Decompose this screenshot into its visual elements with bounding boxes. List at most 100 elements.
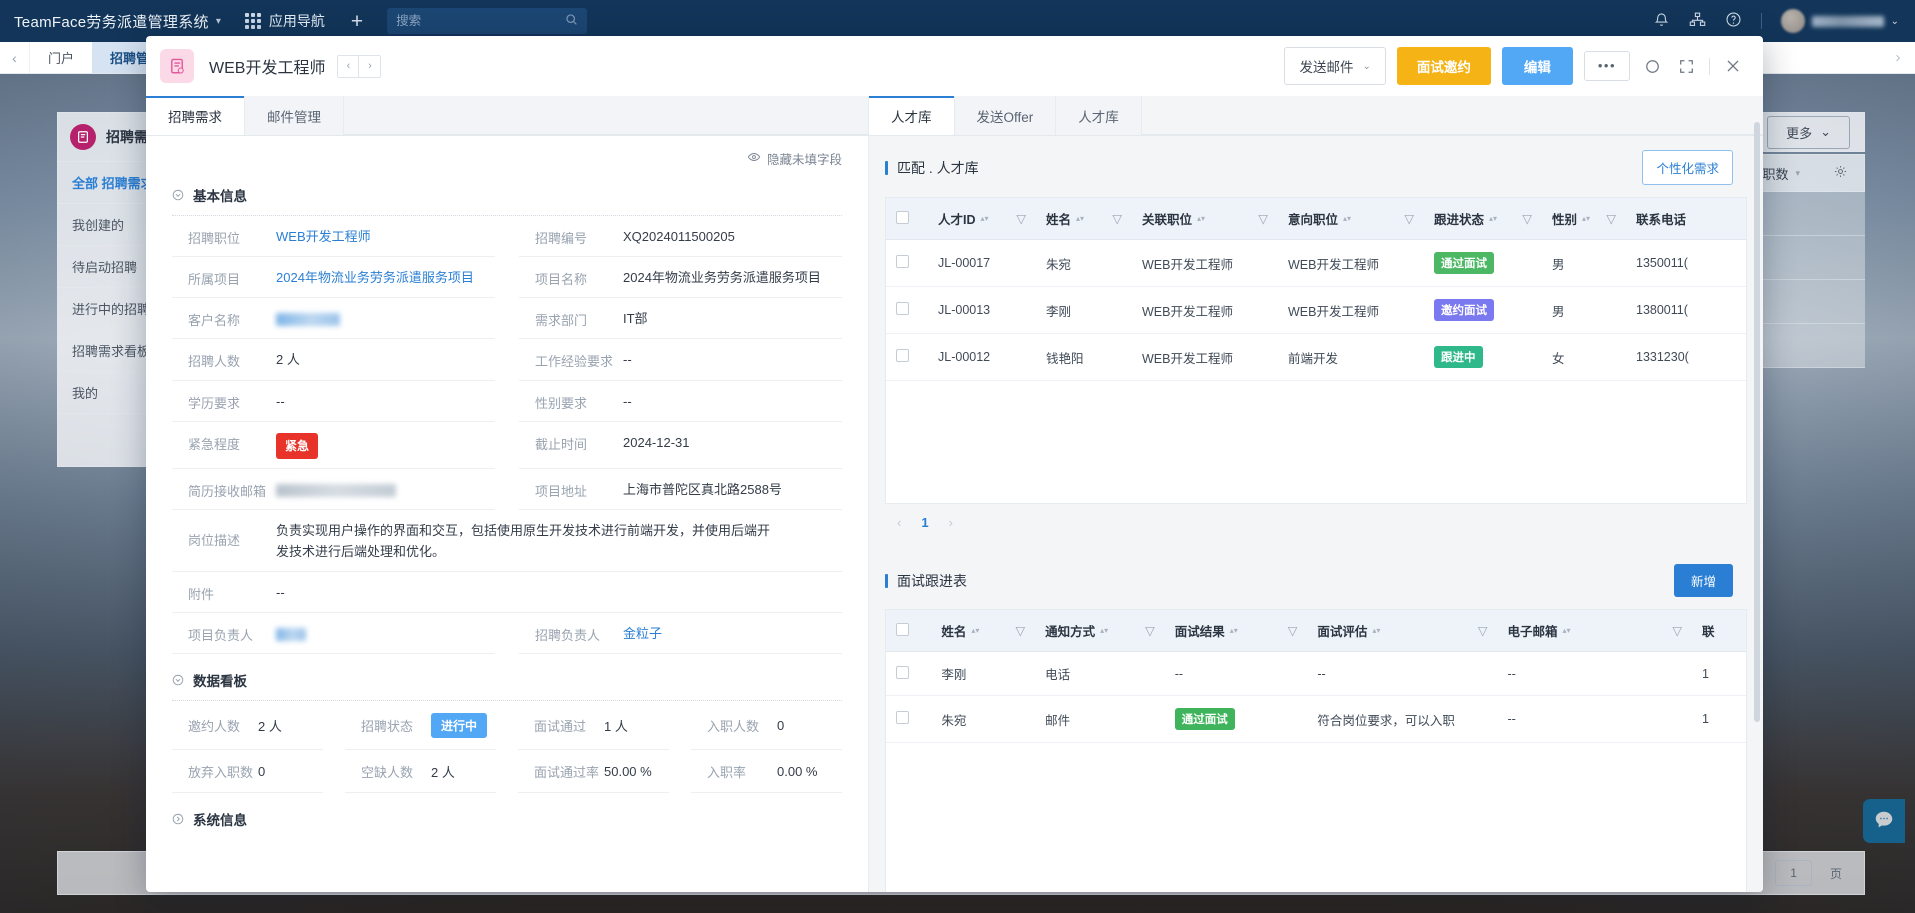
filter-icon[interactable]: ▽ (1522, 211, 1532, 226)
filter-icon[interactable]: ▽ (1606, 211, 1616, 226)
filter-icon[interactable]: ▽ (1015, 623, 1025, 638)
app-brand-title[interactable]: TeamFace劳务派遣管理系统 (14, 11, 209, 32)
pagination-next-icon[interactable]: › (949, 515, 953, 530)
custom-requirement-button[interactable]: 个性化需求 (1642, 150, 1733, 185)
send-email-button[interactable]: 发送邮件 ⌄ (1284, 47, 1386, 85)
row-checkbox[interactable] (896, 255, 909, 268)
bell-icon[interactable] (1653, 11, 1670, 31)
sort-icon[interactable]: ▴▾ (1582, 214, 1590, 222)
pagination-page-1[interactable]: 1 (921, 515, 928, 530)
tab-email-management[interactable]: 邮件管理 (245, 96, 344, 135)
table-row[interactable]: 朱宛 邮件 通过面试 符合岗位要求，可以入职 -- 1 (886, 695, 1746, 743)
filter-icon[interactable]: ▽ (1478, 623, 1488, 638)
filter-icon[interactable]: ▽ (1288, 623, 1298, 638)
section-header-basic[interactable]: 基本信息 (172, 176, 842, 215)
sort-icon[interactable]: ▴▾ (1100, 626, 1108, 634)
section-header-dashboard[interactable]: 数据看板 (172, 654, 842, 700)
app-tab-portal[interactable]: 门户 (30, 42, 92, 73)
filter-icon[interactable]: ▽ (1404, 211, 1414, 226)
tabstrip-forward-icon[interactable]: › (1881, 42, 1915, 73)
app-nav-button[interactable]: 应用导航 (244, 11, 325, 31)
more-button[interactable]: 更多 ⌄ (1767, 115, 1850, 149)
col-intent-position[interactable]: 意向职位 ▴▾ ▽ (1278, 198, 1424, 240)
field-value[interactable]: 金粒子 (623, 624, 842, 644)
col-email[interactable]: 电子邮箱 ▴▾ ▽ (1497, 610, 1692, 652)
row-checkbox[interactable] (896, 665, 909, 679)
col-contact-truncated[interactable]: 联 (1691, 610, 1746, 652)
table-settings-button[interactable] (1816, 155, 1864, 191)
col-notify-method[interactable]: 通知方式 ▴▾ ▽ (1035, 610, 1165, 652)
col-name[interactable]: 姓名 ▴▾ ▽ (1036, 198, 1132, 240)
sort-icon[interactable]: ▴▾ (981, 214, 989, 222)
select-all-header[interactable] (886, 198, 928, 240)
page-number-input[interactable]: 1 (1775, 860, 1812, 886)
col-related-position[interactable]: 关联职位 ▴▾ ▽ (1132, 198, 1278, 240)
col-interview-result[interactable]: 面试结果 ▴▾ ▽ (1164, 610, 1308, 652)
select-all-checkbox[interactable] (896, 622, 909, 636)
tab-send-offer[interactable]: 发送Offer (954, 96, 1057, 135)
user-menu[interactable]: ⌄ (1780, 9, 1899, 33)
filter-icon[interactable]: ▽ (1016, 211, 1026, 226)
search-box[interactable] (387, 8, 588, 34)
tab-talent-pool-2[interactable]: 人才库 (1056, 96, 1142, 135)
pagination-prev-icon[interactable]: ‹ (897, 515, 901, 530)
chat-button[interactable] (1863, 799, 1905, 843)
section-header-system[interactable]: 系统信息 (172, 793, 842, 839)
sort-icon[interactable]: ▴▾ (971, 626, 979, 634)
row-checkbox-cell[interactable] (886, 651, 932, 696)
next-record-button[interactable]: › (359, 54, 382, 78)
tab-talent-pool[interactable]: 人才库 (869, 96, 955, 135)
col-follow-status[interactable]: 跟进状态 ▴▾ ▽ (1424, 198, 1542, 240)
sort-icon[interactable]: ▴▾ (1076, 214, 1084, 222)
related-pane-scrollbar[interactable] (1754, 122, 1760, 722)
search-input[interactable] (396, 14, 579, 28)
table-row[interactable]: JL-00017 朱宛 WEB开发工程师 WEB开发工程师 通过面试 男 135… (886, 239, 1746, 287)
col-gender[interactable]: 性别 ▴▾ ▽ (1542, 198, 1626, 240)
row-checkbox[interactable] (896, 302, 909, 315)
row-checkbox-cell[interactable] (886, 333, 928, 381)
sort-icon[interactable]: ▴▾ (1562, 626, 1570, 634)
filter-icon[interactable]: ▽ (1145, 623, 1155, 638)
table-row[interactable]: JL-00013 李刚 WEB开发工程师 WEB开发工程师 邀约面试 男 138… (886, 286, 1746, 334)
col-phone[interactable]: 联系电话 (1626, 198, 1746, 240)
add-interview-button[interactable]: 新增 (1673, 564, 1733, 597)
sort-icon[interactable]: ▴▾ (1197, 214, 1205, 222)
field-value[interactable]: 2024年物流业务劳务派遣服务项目 (276, 268, 495, 288)
filter-icon[interactable]: ▽ (1258, 211, 1268, 226)
col-name[interactable]: 姓名 ▴▾ ▽ (931, 610, 1036, 652)
prev-record-button[interactable]: ‹ (337, 54, 360, 78)
select-all-header[interactable] (886, 610, 932, 652)
sort-icon[interactable]: ▴▾ (1230, 626, 1238, 634)
close-icon[interactable] (1721, 54, 1745, 78)
filter-icon[interactable]: ▽ (1672, 623, 1682, 638)
hide-empty-fields-toggle[interactable]: 隐藏未填字段 (172, 136, 842, 176)
row-checkbox[interactable] (896, 711, 909, 724)
row-checkbox-cell[interactable] (886, 239, 928, 287)
table-row[interactable]: 李刚 电话 -- -- -- 1 (886, 651, 1746, 696)
table-row[interactable]: JL-00012 钱艳阳 WEB开发工程师 前端开发 跟进中 女 1331230… (886, 333, 1746, 381)
more-options-button[interactable]: ••• (1583, 50, 1630, 82)
row-checkbox-cell[interactable] (886, 695, 932, 743)
select-all-checkbox[interactable] (896, 210, 909, 224)
cell-interview-result: 通过面试 (1164, 695, 1308, 743)
row-checkbox[interactable] (896, 349, 909, 362)
org-chart-icon[interactable] (1689, 11, 1706, 31)
row-checkbox-cell[interactable] (886, 286, 928, 334)
brand-chevron-down-icon[interactable]: ▾ (216, 16, 221, 27)
tab-recruitment-requirement[interactable]: 招聘需求 (146, 96, 245, 135)
sort-icon[interactable]: ▴▾ (1489, 214, 1497, 222)
interview-invite-button[interactable]: 面试邀约 (1396, 47, 1491, 85)
add-icon[interactable]: + (351, 11, 363, 32)
field-value[interactable]: WEB开发工程师 (276, 227, 495, 247)
tabstrip-back-icon[interactable]: ‹ (0, 42, 30, 73)
help-icon[interactable] (1725, 11, 1742, 31)
sort-icon[interactable]: ▴▾ (1372, 626, 1380, 634)
edit-button[interactable]: 编辑 (1501, 47, 1573, 85)
refresh-icon[interactable] (1641, 55, 1664, 78)
filter-icon[interactable]: ▽ (1112, 211, 1122, 226)
col-talent-id[interactable]: 人才ID ▴▾ ▽ (928, 198, 1036, 240)
col-interview-evaluation[interactable]: 面试评估 ▴▾ ▽ (1307, 610, 1498, 652)
cell-phone: 1350011( (1626, 239, 1746, 287)
sort-icon[interactable]: ▴▾ (1343, 214, 1351, 222)
expand-icon[interactable] (1675, 55, 1698, 78)
